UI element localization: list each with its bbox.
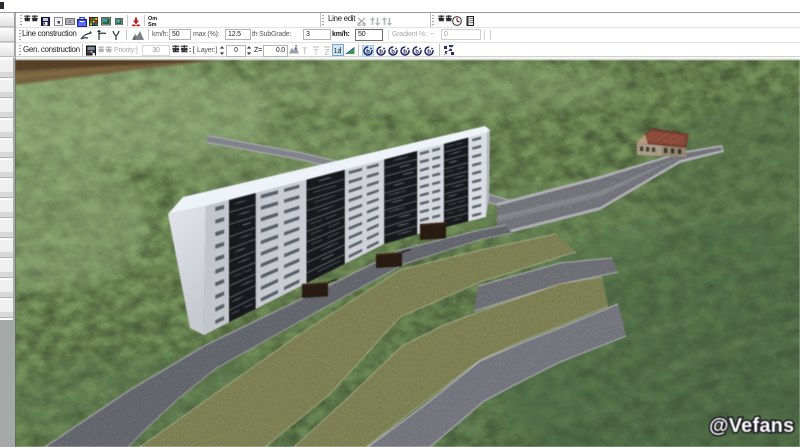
svg-text:@Vefans: @Vefans — [709, 415, 794, 437]
svg-text:T: T — [314, 48, 319, 56]
svg-text:b: b — [391, 49, 395, 55]
svg-text:Z: Z — [325, 48, 330, 56]
svg-text:Sm: Sm — [148, 22, 157, 27]
svg-text:b: b — [415, 49, 419, 55]
svg-text:b: b — [427, 49, 431, 55]
svg-text:z: z — [295, 45, 298, 51]
svg-text:b: b — [379, 49, 383, 55]
svg-text:b: b — [403, 49, 407, 55]
svg-text:T: T — [302, 46, 308, 56]
svg-text:b: b — [366, 49, 370, 55]
